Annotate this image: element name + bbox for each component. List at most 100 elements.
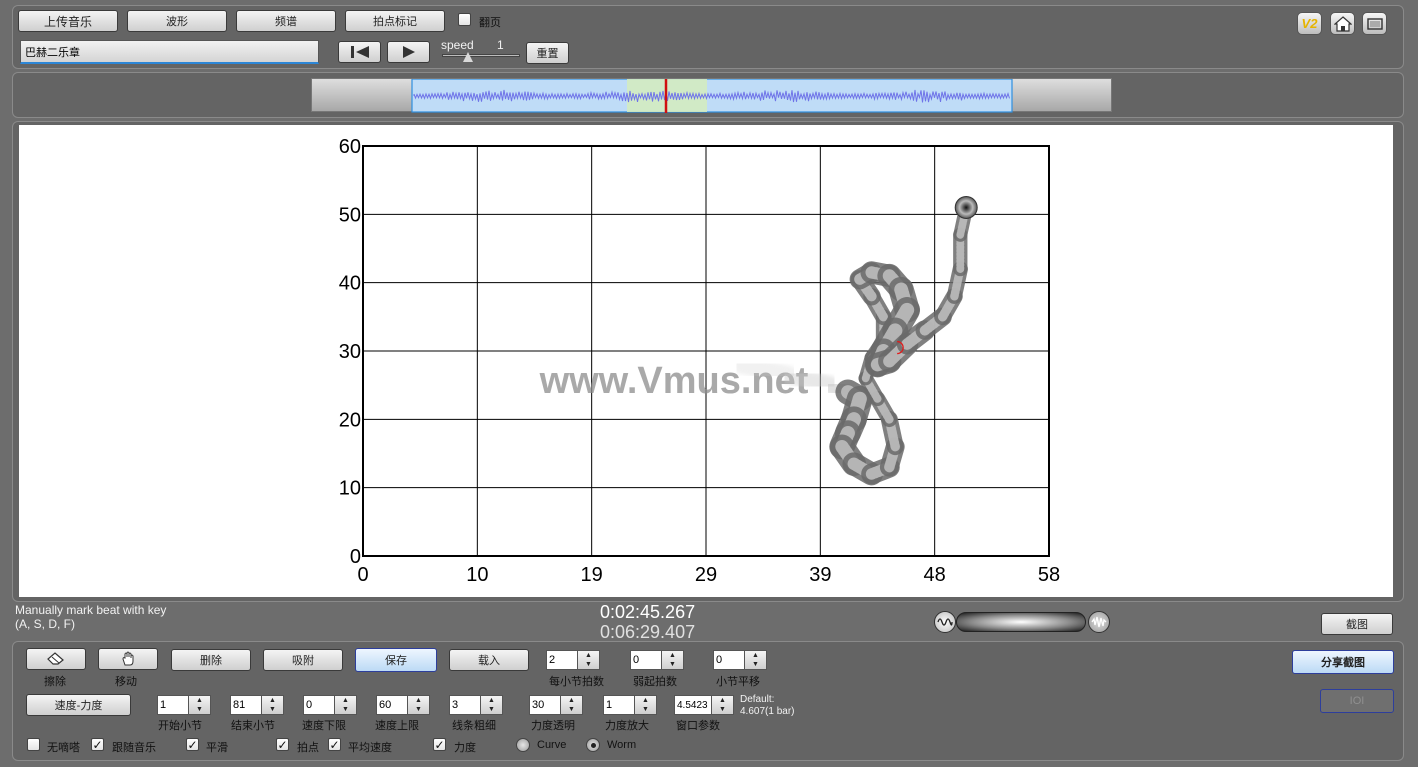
tempo-max-spinner[interactable]: ▲▼ — [376, 695, 434, 715]
curve-radio[interactable] — [516, 738, 530, 752]
window-param-spinner[interactable]: ▲▼ — [674, 695, 734, 715]
tempo-min-input[interactable] — [303, 695, 335, 715]
spin-up-icon[interactable]: ▲ — [635, 696, 656, 705]
share-screenshot-button[interactable]: 分享截图 — [1292, 650, 1394, 674]
skip-to-start-icon — [350, 46, 369, 58]
spectrum-button[interactable]: 频谱 — [236, 10, 336, 32]
wave-style-slider[interactable] — [956, 612, 1086, 632]
ioi-button[interactable]: IOI — [1320, 689, 1394, 713]
speed-label: speed — [441, 38, 474, 52]
play-button[interactable] — [387, 41, 430, 63]
dynamics-scale-spinner[interactable]: ▲▼ — [603, 695, 661, 715]
spin-down-icon[interactable]: ▼ — [189, 705, 210, 714]
follow-music-label: 跟随音乐 — [112, 742, 156, 754]
pickup-input[interactable] — [630, 650, 662, 670]
default-line-1: Default: — [740, 694, 775, 705]
line-width-spinner[interactable]: ▲▼ — [449, 695, 507, 715]
worm-chart[interactable]: 0 10 19 29 39 48 580102030405060 www.Vmus.net — [19, 125, 1393, 597]
start-bar-label: 开始小节 — [158, 720, 202, 732]
speed-slider-handle[interactable] — [463, 52, 473, 62]
play-icon — [402, 46, 415, 58]
spin-up-icon[interactable]: ▲ — [408, 696, 429, 705]
pickup-label: 弱起拍数 — [633, 676, 677, 688]
follow-music-checkbox[interactable]: ✓ — [91, 738, 104, 751]
spin-up-icon[interactable]: ▲ — [481, 696, 502, 705]
home-button[interactable] — [1330, 12, 1355, 35]
spin-down-icon[interactable]: ▼ — [578, 660, 599, 669]
average-tempo-checkbox[interactable]: ✓ — [328, 738, 341, 751]
snap-button[interactable]: 吸附 — [263, 649, 343, 671]
beats-per-bar-spinner[interactable]: ▲▼ — [546, 650, 604, 670]
radio-dot — [590, 742, 596, 748]
reset-button[interactable]: 重置 — [526, 42, 569, 64]
hand-icon — [122, 651, 134, 666]
y-tick-label: 0 — [350, 546, 361, 568]
screenshot-button[interactable]: 截图 — [1321, 613, 1393, 635]
speed-slider-track[interactable] — [442, 54, 520, 57]
spin-up-icon[interactable]: ▲ — [335, 696, 356, 705]
chart-canvas[interactable]: 0 10 19 29 39 48 58 0 10 20 30 40 50 60 www.Vmus.net — [19, 125, 1393, 597]
eraser-button[interactable] — [26, 648, 86, 670]
fullscreen-button[interactable] — [1362, 12, 1387, 35]
waveform-button[interactable]: 波形 — [127, 10, 227, 32]
beats-per-bar-input[interactable] — [546, 650, 578, 670]
spin-up-icon[interactable]: ▲ — [712, 696, 733, 705]
spin-up-icon[interactable]: ▲ — [662, 651, 683, 660]
waveform-overview[interactable] — [311, 78, 1112, 113]
spin-down-icon[interactable]: ▼ — [408, 705, 429, 714]
spin-down-icon[interactable]: ▼ — [662, 660, 683, 669]
smooth-label: 平滑 — [206, 742, 228, 754]
spin-down-icon[interactable]: ▼ — [262, 705, 283, 714]
dynamics-transparency-spinner[interactable]: ▲▼ — [529, 695, 587, 715]
worm-radio[interactable] — [586, 738, 600, 752]
end-bar-input[interactable] — [230, 695, 262, 715]
dynamics-scale-input[interactable] — [603, 695, 635, 715]
tempo-min-spinner[interactable]: ▲▼ — [303, 695, 361, 715]
smooth-checkbox[interactable]: ✓ — [186, 738, 199, 751]
tempo-min-label: 速度下限 — [302, 720, 346, 732]
beat-checkbox[interactable]: ✓ — [276, 738, 289, 751]
spin-down-icon[interactable]: ▼ — [635, 705, 656, 714]
track-name-input[interactable] — [20, 40, 319, 64]
tempo-dynamics-button[interactable]: 速度-力度 — [26, 694, 131, 716]
line-width-input[interactable] — [449, 695, 481, 715]
save-button[interactable]: 保存 — [355, 648, 437, 672]
no-click-checkbox[interactable] — [27, 738, 40, 751]
spin-down-icon[interactable]: ▼ — [712, 705, 733, 714]
spin-down-icon[interactable]: ▼ — [335, 705, 356, 714]
delete-button[interactable]: 删除 — [171, 649, 251, 671]
rewind-button[interactable] — [338, 41, 381, 63]
bar-shift-spinner[interactable]: ▲▼ — [713, 650, 771, 670]
waveform-icon — [1091, 616, 1107, 628]
upload-music-button[interactable]: 上传音乐 — [18, 10, 118, 32]
chart-grid — [362, 145, 1050, 557]
average-tempo-label: 平均速度 — [348, 742, 392, 754]
bar-shift-input[interactable] — [713, 650, 745, 670]
start-bar-input[interactable] — [157, 695, 189, 715]
start-bar-spinner[interactable]: ▲▼ — [157, 695, 215, 715]
tempo-max-input[interactable] — [376, 695, 408, 715]
spin-down-icon[interactable]: ▼ — [745, 660, 766, 669]
spin-up-icon[interactable]: ▲ — [189, 696, 210, 705]
window-param-input[interactable] — [674, 695, 712, 715]
flip-page-checkbox[interactable] — [458, 13, 471, 26]
spin-up-icon[interactable]: ▲ — [578, 651, 599, 660]
spin-up-icon[interactable]: ▲ — [745, 651, 766, 660]
spin-up-icon[interactable]: ▲ — [561, 696, 582, 705]
beat-mark-button[interactable]: 拍点标记 — [345, 10, 445, 32]
spin-down-icon[interactable]: ▼ — [561, 705, 582, 714]
dynamics-checkbox[interactable]: ✓ — [433, 738, 446, 751]
load-button[interactable]: 载入 — [449, 649, 529, 671]
fullscreen-icon — [1366, 17, 1383, 30]
hint-line-2: (A, S, D, F) — [15, 617, 75, 631]
wave-style-right-button[interactable] — [1088, 611, 1110, 633]
end-bar-spinner[interactable]: ▲▼ — [230, 695, 288, 715]
pickup-spinner[interactable]: ▲▼ — [630, 650, 688, 670]
y-tick-label: 30 — [339, 341, 361, 363]
move-button[interactable] — [98, 648, 158, 670]
spin-down-icon[interactable]: ▼ — [481, 705, 502, 714]
version-badge[interactable]: V2 — [1297, 12, 1322, 35]
wave-style-left-button[interactable] — [934, 611, 956, 633]
spin-up-icon[interactable]: ▲ — [262, 696, 283, 705]
dynamics-transparency-input[interactable] — [529, 695, 561, 715]
